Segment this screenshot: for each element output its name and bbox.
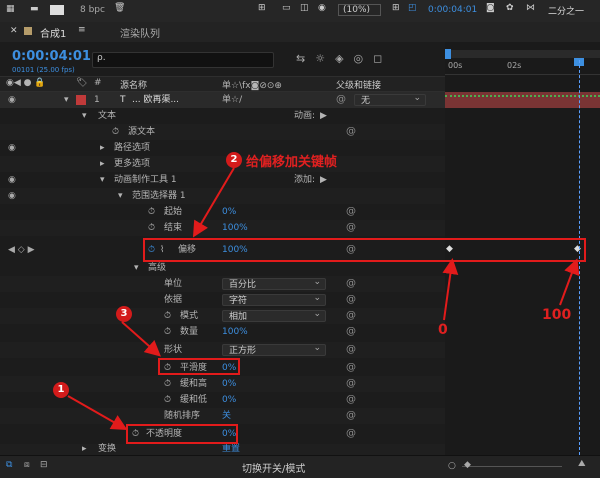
arrow-1 <box>67 395 128 430</box>
arrow-kf0 <box>442 258 459 321</box>
arrow-3 <box>121 321 161 357</box>
arrow-2 <box>192 167 235 238</box>
annotation-arrows <box>67 167 580 430</box>
arrow-kf100 <box>559 258 580 306</box>
